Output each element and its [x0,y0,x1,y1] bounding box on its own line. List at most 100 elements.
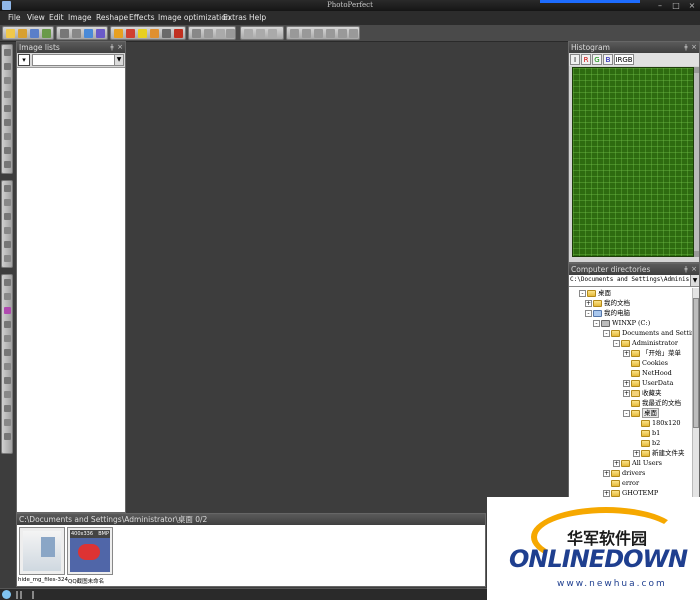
fill-icon[interactable] [4,147,11,154]
thumbnail-2[interactable]: 400x336 BMP [67,527,113,575]
hue-icon[interactable] [4,321,11,328]
collapse-icon[interactable]: - [613,339,620,347]
collapse-icon[interactable]: - [593,319,600,327]
color-balance-icon[interactable] [4,307,11,314]
tree-node[interactable]: 180x120 [633,418,680,428]
close-panel-icon[interactable]: × [116,42,124,53]
wand-icon[interactable] [4,133,11,140]
tab-irgb[interactable]: IRGB [614,54,634,65]
collapse-icon[interactable]: - [579,289,586,297]
rotate-icon[interactable] [290,29,299,38]
move-icon[interactable] [4,63,11,70]
close-panel-icon[interactable]: × [690,264,698,275]
expand-icon[interactable]: + [623,349,630,357]
tree-node[interactable]: + drivers [603,468,645,478]
resize-icon[interactable] [302,29,311,38]
menu-reshape[interactable]: Reshape [96,13,128,22]
paste-icon[interactable] [126,29,135,38]
tree-node[interactable]: - Documents and Settings [603,328,693,338]
expand-icon[interactable]: + [603,489,610,497]
tree-node[interactable]: 我最近的文档 [623,398,681,408]
thumbnail-1[interactable] [19,527,65,575]
undo-dropdown-icon[interactable] [256,29,265,38]
scrollbar-thumb[interactable] [693,298,699,428]
text-tool-icon[interactable] [4,241,11,248]
contrast-icon[interactable] [4,349,11,356]
menu-image[interactable]: Image [68,13,92,22]
tree-node[interactable]: Cookies [623,358,668,368]
zoom-dropdown-icon[interactable] [216,29,225,38]
tree-node[interactable]: - 我的电脑 [585,308,630,318]
zoom-out-icon[interactable] [204,29,213,38]
levels-icon[interactable] [4,279,11,286]
close-panel-icon[interactable]: × [690,42,698,53]
properties-icon[interactable] [314,29,323,38]
chevron-down-icon[interactable]: ▼ [114,55,123,65]
menu-file[interactable]: File [8,13,21,22]
directory-scrollbar[interactable] [692,288,699,497]
undo-icon[interactable] [244,29,253,38]
pin-icon[interactable]: ǂ [682,42,690,53]
tree-node[interactable]: b2 [633,438,660,448]
tree-node[interactable]: + 我的文档 [585,298,630,308]
tree-node[interactable]: error [603,478,639,488]
tree-node[interactable]: - Administrator [613,338,678,348]
tab-blue[interactable]: B [603,54,613,65]
pencil-icon[interactable] [4,185,11,192]
print-icon[interactable] [42,29,51,38]
redo-icon[interactable] [268,29,277,38]
sharpen-icon[interactable] [4,363,11,370]
tree-node[interactable]: - 桌面 [623,408,659,418]
tools-icon[interactable] [174,29,183,38]
settings-icon[interactable] [326,29,335,38]
histogram-scrollbar[interactable] [694,67,699,257]
workspace-area[interactable] [127,42,567,512]
email-icon[interactable] [84,29,93,38]
image-list-combo[interactable]: ▼ [32,54,124,66]
shape-icon[interactable] [4,255,11,262]
rect-select-icon[interactable] [4,77,11,84]
crop-tool-icon[interactable] [4,105,11,112]
expand-icon[interactable]: + [613,459,620,467]
expand-icon[interactable]: + [633,449,640,457]
chevron-down-icon[interactable]: ▼ [690,275,699,286]
pointer-icon[interactable] [4,49,11,56]
menu-help[interactable]: Help [249,13,266,22]
curves-icon[interactable] [4,293,11,300]
tab-red[interactable]: R [581,54,591,65]
expand-icon[interactable]: + [623,379,630,387]
text-icon[interactable] [4,391,11,398]
zoom-in-icon[interactable] [192,29,201,38]
eyedropper-icon[interactable] [4,405,11,412]
tree-node[interactable]: b1 [633,428,660,438]
maximize-button[interactable]: □ [670,1,682,10]
brush-icon[interactable] [4,161,11,168]
tree-node[interactable]: + All Users [613,458,662,468]
tree-node[interactable]: + 收藏夹 [623,388,662,398]
fit-window-icon[interactable] [226,29,235,38]
tree-node[interactable]: + 「开始」菜单 [623,348,681,358]
tree-node[interactable]: + 新建文件夹 [633,448,685,458]
camera-icon[interactable] [72,29,81,38]
blur-icon[interactable] [4,227,11,234]
expand-icon[interactable]: + [623,389,630,397]
copy-icon[interactable] [114,29,123,38]
menu-effects[interactable]: Effects [129,13,155,22]
lasso-icon[interactable] [4,91,11,98]
minimize-button[interactable]: – [654,1,666,10]
expand-icon[interactable]: + [585,299,592,307]
info-icon[interactable] [338,29,347,38]
collapse-icon[interactable]: - [623,409,630,417]
scroll-up-icon[interactable] [694,67,699,73]
tab-green[interactable]: G [592,54,602,65]
frame-icon[interactable] [150,29,159,38]
zoom-tool-icon[interactable] [4,433,11,440]
collapse-icon[interactable]: - [585,309,592,317]
directory-path-combo[interactable]: C:\Documents and Settings\Administrator … [569,275,699,287]
save-icon[interactable] [30,29,39,38]
help-icon[interactable] [349,29,358,38]
close-button[interactable]: × [686,1,698,10]
slideshow-icon[interactable] [96,29,105,38]
rotate-tool-icon[interactable] [4,119,11,126]
tree-node[interactable]: + UserData [623,378,673,388]
